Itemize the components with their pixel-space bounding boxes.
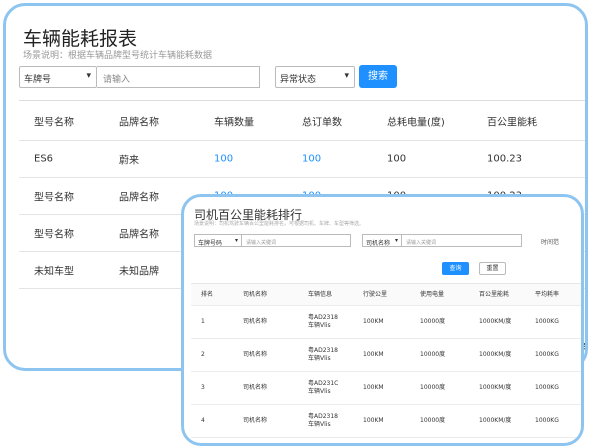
reset-button[interactable]: 重置 (479, 262, 506, 275)
table-row: 2 司机名称 粤AD2318 车辆Vlis 100KM 10000度 1000KM… (191, 339, 581, 372)
energy-cell: 1000KM/度 (479, 384, 512, 391)
energy-cell: 1000KM/度 (479, 318, 512, 325)
stage: 车辆能耗报表 场景说明：根据车辆品牌型号统计车辆能耗数据 车牌号 ▾ 请输入 异… (0, 0, 591, 447)
driver-search-input[interactable]: 请输入关键词 (402, 234, 522, 247)
table-header-row: 排名 司机名称 车辆信息 行驶公里 使用电量 百公里能耗 平均耗率 (191, 284, 581, 306)
driver-cell: 司机名称 (243, 417, 268, 424)
table-row: ES6 蔚来 100 100 100 100.23 (19, 141, 585, 178)
brand-name-cell: 品牌名称 (119, 229, 159, 241)
column-header: 车辆信息 (308, 290, 333, 298)
driver-filter-label: 司机名称 (366, 240, 391, 247)
chevron-down-icon: ▾ (394, 237, 398, 244)
plate-filter-select[interactable]: 车牌号 ▾ (19, 66, 97, 88)
column-header: 行驶公里 (363, 290, 388, 298)
driver-cell: 司机名称 (243, 318, 268, 325)
column-header: 总耗电量(度) (387, 117, 445, 128)
status-filter-select[interactable]: 异常状态 ▾ (275, 66, 355, 88)
column-header: 百公里能耗 (487, 117, 537, 128)
table-row: 3 司机名称 粤AD231C 车辆Vlis 100KM 10000度 1000KM… (191, 372, 581, 405)
km-cell: 100KM (363, 417, 384, 424)
driver-cell: 司机名称 (243, 351, 268, 358)
time-range-label: 时间范 (541, 239, 560, 246)
search-input[interactable]: 请输入 (97, 66, 260, 88)
rate-cell: 1000KG (535, 318, 559, 325)
km-cell: 100KM (363, 318, 384, 325)
power-cell: 10000度 (420, 351, 446, 358)
chevron-down-icon: ▾ (344, 71, 349, 81)
plate-text: 粤AD231C (308, 380, 339, 387)
power-cell: 10000度 (420, 384, 446, 391)
driver-ranking-table: 排名 司机名称 车辆信息 行驶公里 使用电量 百公里能耗 平均耗率 1 司机名称… (191, 283, 581, 438)
rate-cell: 1000KG (535, 384, 559, 391)
plate-search-input[interactable]: 请输入关键词 (242, 234, 351, 247)
column-header: 型号名称 (34, 117, 74, 128)
column-header: 排名 (201, 290, 214, 298)
energy-cell: 1000KM/度 (479, 351, 512, 358)
brand-name-cell: 蔚来 (119, 155, 139, 167)
search-button[interactable]: 搜索 (359, 65, 397, 88)
power-cell: 10000度 (420, 417, 446, 424)
model-name-cell: ES6 (34, 153, 54, 165)
model-name-cell: 型号名称 (34, 229, 74, 241)
chevron-down-icon: ▾ (86, 71, 91, 81)
order-count-link[interactable]: 100 (302, 154, 321, 165)
column-header: 百公里能耗 (479, 290, 510, 298)
table-row: 4 司机名称 粤AD2318 车辆Vlis 100KM 10000度 1000KM… (191, 405, 581, 438)
model-name-cell: 未知车型 (34, 266, 74, 278)
model-text: 车辆Vlis (308, 355, 331, 362)
ranking-description: 场景说明：司机驾驶车辆百公里能耗排名，可根据司机、车牌、车型等筛选。 (194, 221, 365, 227)
query-button[interactable]: 查询 (442, 262, 469, 275)
table-header-row: 型号名称 品牌名称 车辆数量 总订单数 总耗电量(度) 百公里能耗 (19, 101, 585, 141)
driver-ranking-panel: 司机百公里能耗排行 场景说明：司机驾驶车辆百公里能耗排名，可根据司机、车牌、车型… (181, 194, 584, 446)
vehicle-info-cell: 粤AD2318 车辆Vlis (308, 314, 338, 330)
driver-cell: 司机名称 (243, 384, 268, 391)
km-cell: 100KM (363, 384, 384, 391)
page-title: 车辆能耗报表 (23, 28, 138, 50)
energy-cell: 1000KM/度 (479, 417, 512, 424)
column-header: 车辆数量 (214, 117, 254, 128)
chevron-down-icon: ▾ (234, 237, 238, 244)
column-header: 总订单数 (302, 117, 342, 128)
rank-cell: 2 (201, 351, 205, 358)
plate-text: 粤AD2318 (308, 413, 338, 420)
brand-name-cell: 未知品牌 (119, 266, 159, 278)
column-header: 平均耗率 (535, 290, 560, 298)
rate-cell: 1000KG (535, 417, 559, 424)
model-text: 车辆Vlis (308, 322, 331, 329)
plate-filter-select[interactable]: 车牌号码 ▾ (194, 234, 242, 247)
plate-filter-label: 车牌号 (24, 75, 52, 85)
brand-name-cell: 品牌名称 (119, 192, 159, 204)
rate-cell: 1000KG (535, 351, 559, 358)
rank-cell: 3 (201, 384, 205, 391)
vehicle-info-cell: 粤AD2318 车辆Vlis (308, 347, 338, 363)
model-text: 车辆Vlis (308, 421, 331, 428)
vehicle-info-cell: 粤AD2318 车辆Vlis (308, 413, 338, 429)
power-cell: 100 (387, 153, 407, 165)
page-description: 场景说明：根据车辆品牌型号统计车辆能耗数据 (23, 51, 213, 61)
km-cell: 100KM (363, 351, 384, 358)
vehicle-info-cell: 粤AD231C 车辆Vlis (308, 380, 338, 396)
plate-filter-label: 车牌号码 (198, 240, 223, 247)
plate-text: 粤AD2318 (308, 347, 338, 354)
driver-filter-select[interactable]: 司机名称 ▾ (362, 234, 402, 247)
power-cell: 10000度 (420, 318, 446, 325)
model-text: 车辆Vlis (308, 388, 331, 395)
column-header: 使用电量 (420, 290, 445, 298)
column-header: 司机名称 (243, 290, 268, 298)
energy-cell: 100.23 (487, 153, 522, 165)
table-row: 1 司机名称 粤AD2318 车辆Vlis 100KM 10000度 1000KM… (191, 306, 581, 339)
status-filter-label: 异常状态 (280, 75, 317, 85)
model-name-cell: 型号名称 (34, 192, 74, 204)
rank-cell: 1 (201, 318, 205, 325)
vehicle-count-link[interactable]: 100 (214, 154, 233, 165)
plate-text: 粤AD2318 (308, 314, 338, 321)
rank-cell: 4 (201, 417, 205, 424)
column-header: 品牌名称 (119, 117, 159, 128)
